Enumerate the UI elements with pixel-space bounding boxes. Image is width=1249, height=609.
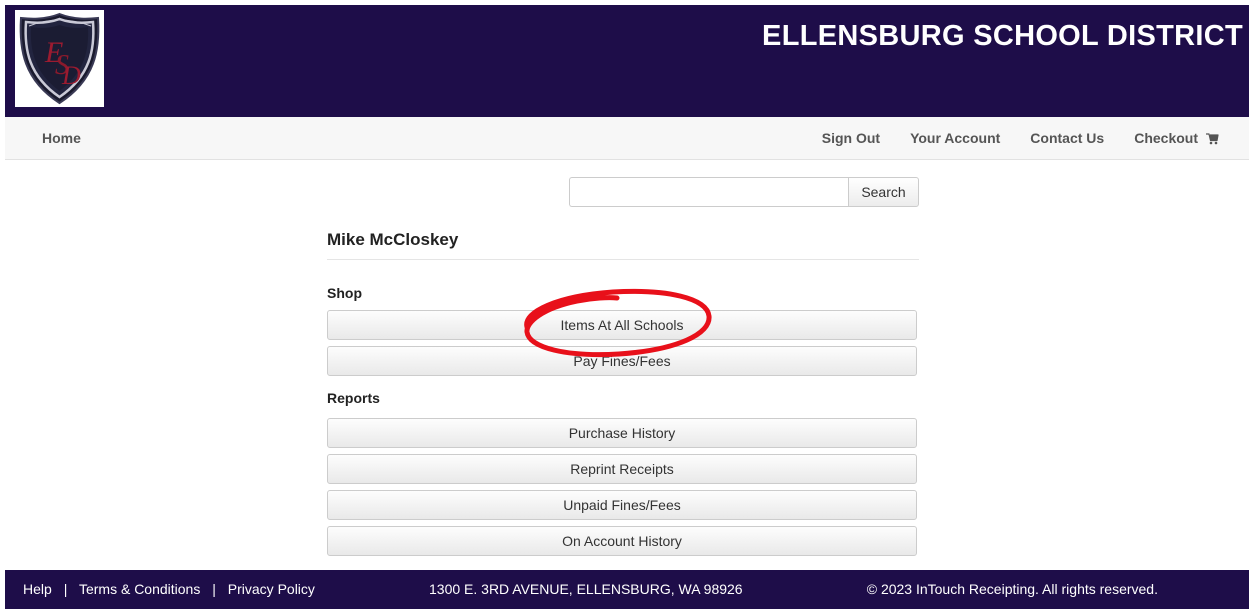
main-content: Search Mike McCloskey Shop Items At All … (327, 177, 919, 562)
search-group: Search (569, 177, 919, 207)
purchase-history-button[interactable]: Purchase History (327, 418, 917, 448)
search-row: Search (327, 177, 919, 207)
district-logo[interactable]: E S D (15, 10, 104, 107)
search-button[interactable]: Search (848, 177, 919, 207)
pay-fines-fees-button[interactable]: Pay Fines/Fees (327, 346, 917, 376)
reprint-receipts-button[interactable]: Reprint Receipts (327, 454, 917, 484)
footer-help-link[interactable]: Help (23, 581, 52, 597)
nav-right-links: Sign Out Your Account Contact Us Checkou… (792, 117, 1219, 159)
site-footer: Help | Terms & Conditions | Privacy Poli… (5, 570, 1249, 609)
footer-separator: | (63, 581, 68, 597)
shop-item-highlight-wrap: Items At All Schools Pay Fines/Fees (327, 288, 919, 376)
shop-heading: Shop (327, 285, 362, 301)
footer-privacy-link[interactable]: Privacy Policy (228, 581, 315, 597)
nav-checkout-link[interactable]: Checkout (1134, 117, 1219, 159)
footer-address: 1300 E. 3RD AVENUE, ELLENSBURG, WA 98926 (429, 581, 743, 597)
on-account-history-button[interactable]: On Account History (327, 526, 917, 556)
cart-icon (1206, 133, 1219, 145)
reports-heading: Reports (327, 390, 380, 406)
search-input[interactable] (569, 177, 848, 207)
nav-bar: Home Sign Out Your Account Contact Us Ch… (5, 117, 1249, 160)
footer-links: Help | Terms & Conditions | Privacy Poli… (23, 570, 315, 609)
nav-home-link[interactable]: Home (42, 117, 81, 159)
nav-contact-us-link[interactable]: Contact Us (1030, 117, 1104, 159)
footer-terms-link[interactable]: Terms & Conditions (79, 581, 200, 597)
footer-copyright: © 2023 InTouch Receipting. All rights re… (866, 581, 1158, 597)
nav-sign-out-link[interactable]: Sign Out (822, 117, 880, 159)
site-header: E S D ELLENSBURG SCHOOL DISTRICT (5, 5, 1249, 117)
items-at-all-schools-button[interactable]: Items At All Schools (327, 310, 917, 340)
site-title: ELLENSBURG SCHOOL DISTRICT (762, 20, 1243, 52)
esd-shield-logo-icon: E S D (19, 12, 100, 105)
unpaid-fines-fees-button[interactable]: Unpaid Fines/Fees (327, 490, 917, 520)
svg-text:D: D (61, 61, 81, 90)
nav-your-account-link[interactable]: Your Account (910, 117, 1000, 159)
footer-separator: | (212, 581, 216, 597)
page: E S D ELLENSBURG SCHOOL DISTRICT Home Si… (5, 5, 1249, 609)
nav-checkout-label: Checkout (1134, 130, 1198, 146)
user-name-heading: Mike McCloskey (327, 230, 919, 260)
